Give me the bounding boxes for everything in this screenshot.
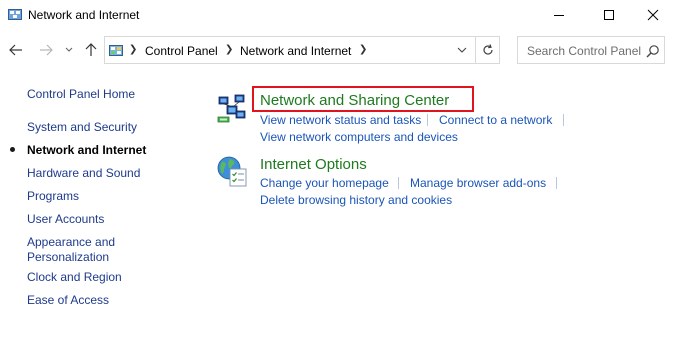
active-item-bullet-icon [10, 147, 15, 152]
search-box[interactable]: Search Control Panel [517, 36, 665, 64]
sidebar-item-user-accounts[interactable]: User Accounts [27, 212, 104, 227]
close-icon [647, 9, 659, 21]
address-dropdown-button[interactable] [449, 37, 475, 63]
sidebar-item-ease-of-access[interactable]: Ease of Access [27, 293, 109, 308]
view-network-computers-link[interactable]: View network computers and devices [260, 130, 458, 144]
breadcrumb-separator-icon[interactable]: ❯ [359, 44, 367, 55]
sidebar-item-network-and-internet[interactable]: Network and Internet [27, 143, 146, 158]
network-and-sharing-center-link[interactable]: Network and Sharing Center [260, 92, 449, 109]
back-button[interactable] [6, 34, 26, 66]
sidebar-item-hardware-and-sound[interactable]: Hardware and Sound [27, 166, 140, 181]
breadcrumb-control-panel[interactable]: Control Panel [145, 44, 218, 58]
sidebar-item-appearance-and-personalization[interactable]: Appearance and [27, 235, 115, 250]
minimize-button[interactable] [536, 0, 582, 30]
sidebar-item-programs[interactable]: Programs [27, 189, 79, 204]
arrow-left-icon [9, 44, 22, 56]
task-separator [398, 177, 399, 189]
address-bar[interactable]: ❯ Control Panel ❯ Network and Internet ❯ [104, 36, 500, 64]
arrow-right-icon [40, 44, 53, 56]
window-title: Network and Internet [28, 8, 140, 22]
search-placeholder: Search Control Panel [527, 44, 642, 58]
control-panel-icon [109, 45, 123, 56]
task-separator [563, 114, 564, 126]
change-homepage-link[interactable]: Change your homepage [260, 176, 389, 190]
internet-options-link[interactable]: Internet Options [260, 156, 367, 173]
arrow-up-icon [85, 43, 97, 56]
forward-button[interactable] [36, 34, 56, 66]
sidebar-item-clock-and-region[interactable]: Clock and Region [27, 270, 122, 285]
close-button[interactable] [630, 0, 674, 30]
title-bar: Network and Internet [0, 0, 674, 30]
chevron-down-icon [65, 47, 73, 52]
delete-browsing-history-link[interactable]: Delete browsing history and cookies [260, 193, 452, 207]
sidebar-item-appearance-and-personalization-line2[interactable]: Personalization [27, 250, 109, 265]
network-folder-icon [8, 9, 22, 20]
view-network-status-link[interactable]: View network status and tasks [260, 113, 421, 127]
connect-to-network-link[interactable]: Connect to a network [439, 113, 552, 127]
refresh-icon [483, 44, 493, 55]
breadcrumb-separator-icon: ❯ [129, 44, 138, 55]
breadcrumb-separator-icon[interactable]: ❯ [225, 44, 233, 55]
up-button[interactable] [82, 34, 100, 66]
network-sharing-icon[interactable] [216, 93, 248, 125]
refresh-button[interactable] [475, 37, 500, 63]
internet-options-icon[interactable] [216, 155, 248, 187]
maximize-icon [604, 10, 614, 20]
minimize-icon [554, 15, 564, 16]
task-separator [427, 114, 428, 126]
chevron-down-icon [457, 47, 467, 53]
task-separator [556, 177, 557, 189]
manage-browser-addons-link[interactable]: Manage browser add-ons [410, 176, 546, 190]
sidebar-item-system-and-security[interactable]: System and Security [27, 120, 137, 135]
maximize-button[interactable] [586, 0, 632, 30]
breadcrumb-network-and-internet[interactable]: Network and Internet [240, 44, 351, 58]
sidebar-item-control-panel-home[interactable]: Control Panel Home [27, 87, 135, 102]
navigation-bar: ❯ Control Panel ❯ Network and Internet ❯… [0, 34, 674, 66]
search-icon[interactable] [646, 44, 660, 58]
recent-locations-button[interactable] [62, 34, 76, 66]
